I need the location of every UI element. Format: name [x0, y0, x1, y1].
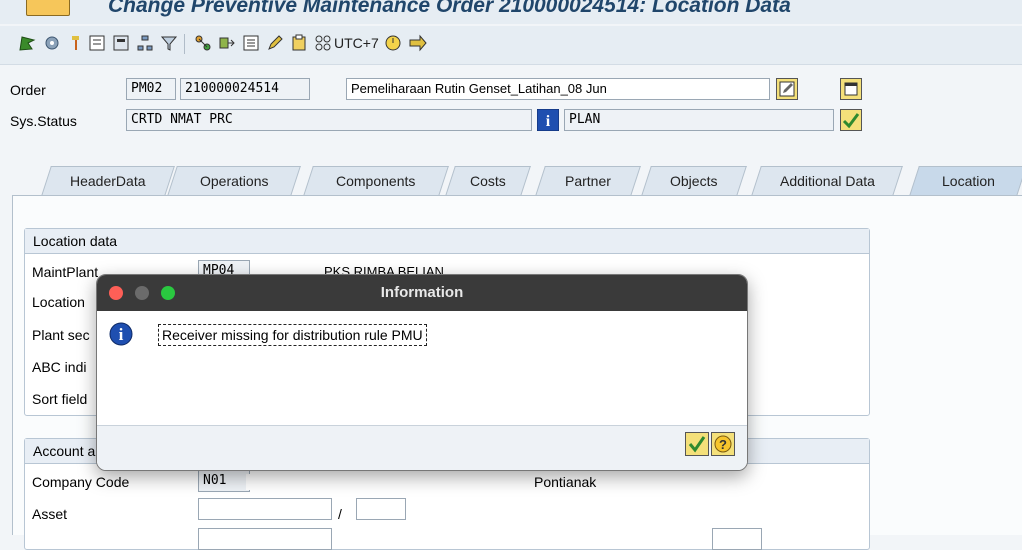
arrow-right-icon[interactable] [408, 34, 428, 52]
group-icon[interactable] [314, 34, 332, 52]
edit-icon[interactable] [266, 34, 284, 52]
clipboard-icon[interactable] [290, 34, 308, 52]
tab-location[interactable]: Location [909, 166, 1022, 196]
tab-additional-data[interactable]: Additional Data [751, 166, 903, 196]
tab-objects[interactable]: Objects [641, 166, 747, 196]
network-icon[interactable] [194, 34, 212, 52]
dialog-message: Receiver missing for distribution rule P… [158, 324, 427, 346]
display-object-icon[interactable] [840, 78, 862, 100]
tab-components[interactable]: Components [303, 166, 449, 196]
plant-section-label: Plant sec [32, 327, 90, 343]
order-number-field[interactable]: 210000024514 [180, 78, 310, 100]
info-icon[interactable]: i [537, 109, 559, 131]
user-status-field[interactable]: PLAN [564, 109, 834, 131]
redaction-box [246, 474, 424, 490]
list-icon[interactable] [242, 34, 260, 52]
document-icon[interactable] [88, 34, 106, 52]
company-code-field[interactable]: N01 [198, 470, 250, 492]
sort-field-label: Sort field [32, 391, 88, 407]
order-label: Order [10, 82, 46, 98]
transaction-icon [26, 0, 70, 16]
information-icon: i [109, 322, 133, 346]
tab-partner[interactable]: Partner [535, 166, 641, 196]
toolbar-separator [184, 34, 185, 54]
next-field[interactable] [198, 528, 332, 550]
information-dialog: Information i Receiver missing for distr… [96, 274, 748, 471]
long-text-edit-icon[interactable] [776, 78, 798, 100]
location-label: Location [32, 294, 85, 310]
abc-indicator-label: ABC indi [32, 359, 87, 375]
window-titlebar: Change Preventive Maintenance Order 2100… [0, 0, 1022, 24]
order-type-field[interactable]: PM02 [126, 78, 176, 100]
confirm-check-icon[interactable] [685, 432, 709, 456]
asset-field[interactable] [198, 498, 332, 520]
filter-icon[interactable] [160, 34, 178, 52]
order-description-field[interactable]: Pemeliharaan Rutin Genset_Latihan_08 Jun [346, 78, 770, 100]
asset-subnumber-field[interactable] [356, 498, 406, 520]
tab-operations[interactable]: Operations [167, 166, 301, 196]
dialog-title: Information [380, 284, 464, 301]
svg-text:i: i [546, 113, 551, 130]
transfer-icon[interactable] [218, 34, 236, 52]
sysstatus-label: Sys.Status [10, 113, 77, 129]
flag-icon[interactable] [70, 34, 82, 52]
svg-text:?: ? [719, 437, 727, 452]
next-field-2[interactable] [712, 528, 762, 550]
tab-costs[interactable]: Costs [445, 166, 531, 196]
company-code-label: Company Code [32, 474, 130, 490]
status-check-icon[interactable] [840, 109, 862, 131]
tab-headerdata[interactable]: HeaderData [41, 166, 175, 196]
clock-icon[interactable] [384, 34, 402, 52]
hierarchy-icon[interactable] [136, 34, 154, 52]
system-status-field[interactable]: CRTD NMAT PRC [126, 109, 532, 131]
asset-separator: / [338, 506, 342, 522]
application-toolbar: UTC+7 [0, 26, 1022, 65]
window-title: Change Preventive Maintenance Order 2100… [108, 0, 791, 17]
activate-icon[interactable] [18, 34, 36, 52]
asset-label: Asset [32, 506, 68, 522]
settings-icon[interactable] [44, 34, 62, 52]
location-data-header: Location data [25, 229, 869, 254]
help-icon[interactable]: ? [711, 432, 735, 456]
maintplant-label: MaintPlant [32, 264, 99, 280]
calculator-icon[interactable] [112, 34, 130, 52]
company-text: Pontianak [534, 474, 597, 490]
timezone-label: UTC+7 [334, 35, 379, 51]
dialog-footer [97, 425, 747, 470]
svg-text:i: i [119, 325, 124, 344]
